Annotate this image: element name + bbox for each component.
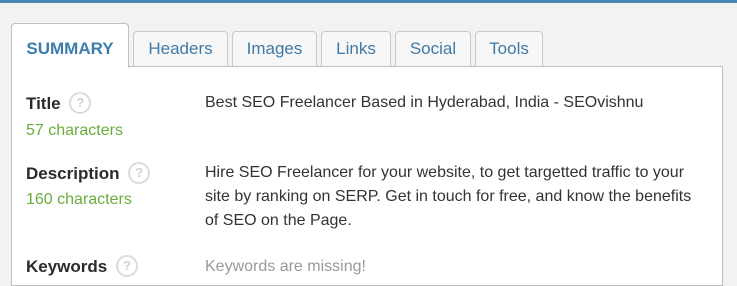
tab-tools[interactable]: Tools [475,31,543,67]
description-label: Description [26,164,120,183]
title-label: Title [26,94,61,113]
help-icon[interactable]: ? [115,255,138,278]
title-value: Best SEO Freelancer Based in Hyderabad, … [205,94,644,111]
tab-social[interactable]: Social [395,31,471,67]
help-icon[interactable]: ? [69,92,92,115]
description-value: Hire SEO Freelancer for your website, to… [205,164,692,229]
help-icon[interactable]: ? [128,162,151,185]
tab-bar: SUMMARY Headers Images Links Social Tool… [0,0,737,68]
tab-summary[interactable]: SUMMARY [11,23,129,68]
title-char-count: 57 characters [26,122,123,139]
keywords-label-row: Keywords ? [26,255,138,278]
tab-links[interactable]: Links [321,31,391,67]
title-label-row: Title ? [26,92,92,115]
tab-headers[interactable]: Headers [133,31,228,67]
summary-panel: Title ? 57 characters Best SEO Freelance… [11,66,723,286]
description-char-count: 160 characters [26,191,132,208]
keywords-value: Keywords are missing! [205,258,366,275]
description-label-row: Description ? [26,162,151,185]
tab-images[interactable]: Images [232,31,317,67]
